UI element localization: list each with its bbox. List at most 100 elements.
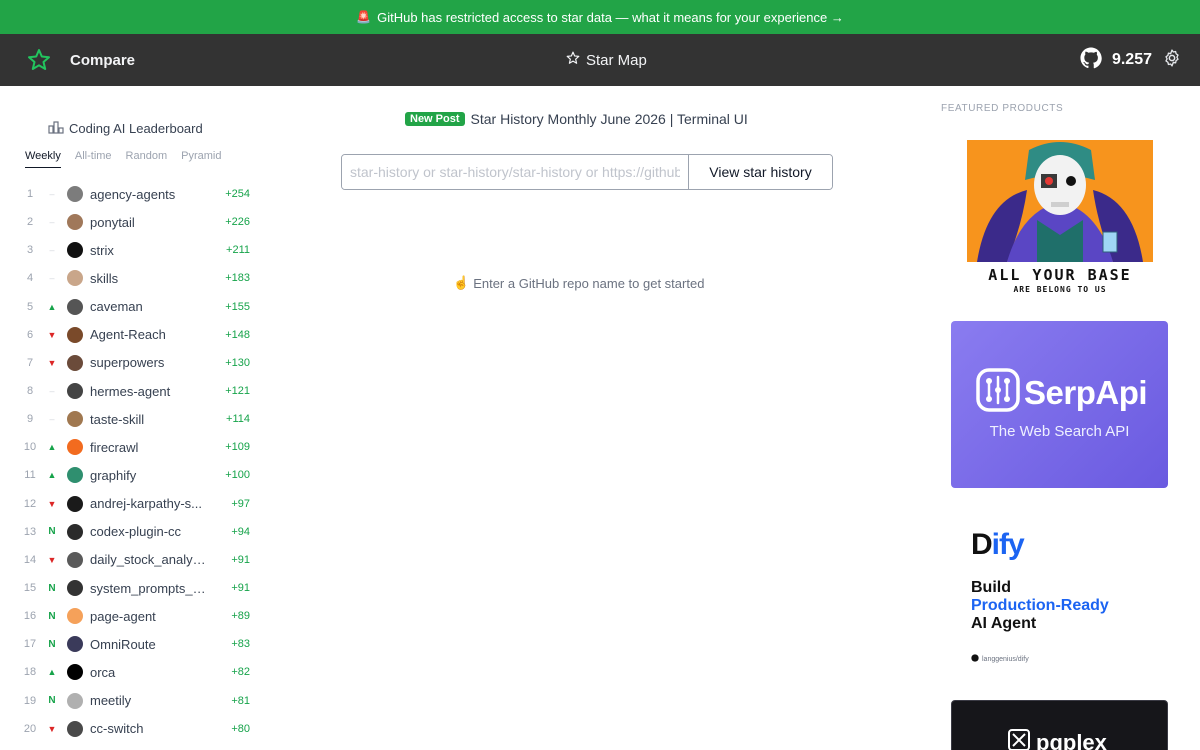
hint-text: Enter a GitHub repo name to get started — [473, 275, 705, 291]
ad-ayb-line1: ALL YOUR BASE — [988, 266, 1132, 284]
avatar — [67, 467, 83, 484]
repo-name[interactable]: orca — [90, 665, 206, 680]
ad-pqplex[interactable]: pqplex — [951, 700, 1168, 750]
repo-name[interactable]: superpowers — [90, 355, 206, 370]
trend-up-icon: ▲ — [47, 442, 57, 453]
repo-name[interactable]: codex-plugin-cc — [90, 524, 206, 539]
leaderboard-rank: 18 — [23, 666, 37, 679]
star-delta: +82 — [231, 666, 250, 679]
repo-name[interactable]: meetily — [90, 693, 206, 708]
trend-new-badge: N — [48, 526, 56, 538]
trend-up-icon: ▲ — [47, 301, 57, 312]
repo-name[interactable]: caveman — [90, 299, 206, 314]
view-star-history-button[interactable]: View star history — [688, 155, 832, 189]
pqplex-name: pqplex — [1036, 730, 1107, 750]
top-navbar: Compare Star Map 9.257 — [0, 34, 1200, 86]
trend-down-icon: ▼ — [47, 498, 57, 509]
trend-down-icon: ▼ — [47, 357, 57, 368]
repo-name[interactable]: andrej-karpathy-s... — [90, 496, 206, 511]
repo-name[interactable]: agency-agents — [90, 187, 206, 202]
banner-text[interactable]: GitHub has restricted access to star dat… — [377, 10, 844, 25]
leaderboard-row[interactable]: 17 N OmniRoute +83 — [20, 630, 250, 658]
star-delta: +91 — [231, 582, 250, 595]
repo-name[interactable]: firecrawl — [90, 440, 206, 455]
ad-dify[interactable]: Dify Build Production-Ready AI Agent lan… — [951, 506, 1168, 681]
leaderboard-tabs: Weekly All-time Random Pyramid — [25, 150, 221, 168]
avatar — [67, 636, 83, 653]
tab-random[interactable]: Random — [126, 150, 168, 168]
announcement-banner[interactable]: 🚨 GitHub has restricted access to star d… — [0, 0, 1200, 34]
leaderboard-row[interactable]: 16 Npage-agent +89 — [20, 602, 250, 630]
ad-all-your-base[interactable]: ALL YOUR BASE ARE BELONG TO US — [967, 140, 1153, 298]
avatar — [67, 298, 83, 315]
repo-name[interactable]: Agent-Reach — [90, 327, 206, 342]
star-delta: +121 — [225, 385, 250, 398]
avatar — [67, 608, 83, 625]
repo-name[interactable]: OmniRoute — [90, 637, 206, 652]
star-history-logo-icon[interactable] — [26, 47, 52, 73]
github-icon[interactable] — [1080, 46, 1102, 74]
gear-icon[interactable] — [1162, 48, 1182, 73]
repo-name[interactable]: graphify — [90, 468, 206, 483]
leaderboard-row[interactable]: 18 ▲ orca +82 — [20, 658, 250, 686]
repo-name[interactable]: page-agent — [90, 609, 206, 624]
leaderboard-row[interactable]: 5 ▲ caveman +155 — [20, 293, 250, 321]
repo-name[interactable]: system_prompts_l... — [90, 581, 206, 596]
serpapi-logo: SerpApi — [976, 368, 1148, 417]
dify-logo-d: D — [971, 528, 993, 561]
avatar — [67, 354, 83, 371]
repo-name[interactable]: taste-skill — [90, 412, 206, 427]
tab-pyramid[interactable]: Pyramid — [181, 150, 221, 168]
trend-new-badge: N — [48, 695, 56, 707]
leaderboard-rank: 12 — [23, 497, 37, 510]
trend-down-icon: ▼ — [47, 723, 57, 734]
leaderboard-row[interactable]: 1 – agency-agents +254 — [20, 180, 250, 208]
github-star-count[interactable]: 9.257 — [1112, 51, 1152, 69]
repo-name[interactable]: skills — [90, 271, 206, 286]
ad-serpapi[interactable]: SerpApi The Web Search API — [951, 321, 1168, 488]
trend-down-icon: ▼ — [47, 329, 57, 340]
repo-name[interactable]: cc-switch — [90, 721, 206, 736]
leaderboard-row[interactable]: 13 Ncodex-plugin-cc +94 — [20, 518, 250, 546]
leaderboard-row[interactable]: 3 – strix +211 — [20, 236, 250, 264]
leaderboard-row[interactable]: 2 – ponytail +226 — [20, 208, 250, 236]
leaderboard-row[interactable]: 7 ▼ superpowers +130 — [20, 349, 250, 377]
leaderboard-row[interactable]: 20 ▼ cc-switch +80 — [20, 715, 250, 743]
leaderboard-row[interactable]: 11 ▲ graphify +100 — [20, 461, 250, 489]
repo-name[interactable]: strix — [90, 243, 206, 258]
tab-weekly[interactable]: Weekly — [25, 150, 61, 168]
avatar — [67, 242, 83, 259]
repo-search-input[interactable] — [342, 155, 688, 189]
leaderboard-row[interactable]: 6 ▼ Agent-Reach +148 — [20, 321, 250, 349]
pqplex-logo-icon — [1008, 729, 1030, 750]
leaderboard-rank: 11 — [24, 469, 36, 482]
repo-name[interactable]: hermes-agent — [90, 384, 206, 399]
avatar — [67, 186, 83, 203]
leaderboard-rank: 4 — [26, 272, 34, 285]
tab-all-time[interactable]: All-time — [75, 150, 112, 168]
leaderboard-row[interactable]: 14 ▼ daily_stock_analysis +91 — [20, 546, 250, 574]
star-delta: +80 — [231, 722, 250, 735]
leaderboard-row[interactable]: 9 – taste-skill +114 — [20, 405, 250, 433]
avatar — [67, 383, 83, 400]
star-outline-icon — [566, 51, 580, 69]
dify-line3: AI Agent — [971, 615, 1037, 632]
leaderboard-title[interactable]: Coding AI Leaderboard — [48, 120, 203, 137]
trend-unchanged-icon: – — [49, 245, 55, 256]
compare-link[interactable]: Compare — [70, 52, 135, 69]
new-post-link[interactable]: New Post Star History Monthly June 2026 … — [405, 111, 748, 127]
leaderboard-row[interactable]: 4 – skills +183 — [20, 264, 250, 292]
leaderboard-row[interactable]: 8 – hermes-agent +121 — [20, 377, 250, 405]
repo-name[interactable]: daily_stock_analysis — [90, 552, 206, 567]
leaderboard-row[interactable]: 15 Nsystem_prompts_l... +91 — [20, 574, 250, 602]
star-delta: +81 — [231, 694, 250, 707]
leaderboard-row[interactable]: 19 Nmeetily +81 — [20, 687, 250, 715]
leaderboard-row[interactable]: 10 ▲ firecrawl +109 — [20, 433, 250, 461]
leaderboard-row[interactable]: 12 ▼ andrej-karpathy-s... +97 — [20, 490, 250, 518]
star-map-link[interactable]: Star Map — [566, 34, 647, 86]
bar-chart-icon — [48, 120, 64, 137]
avatar — [67, 411, 83, 428]
repo-name[interactable]: ponytail — [90, 215, 206, 230]
dify-footer: langgenius/dify — [971, 654, 1029, 664]
leaderboard-rank: 10 — [23, 441, 37, 454]
